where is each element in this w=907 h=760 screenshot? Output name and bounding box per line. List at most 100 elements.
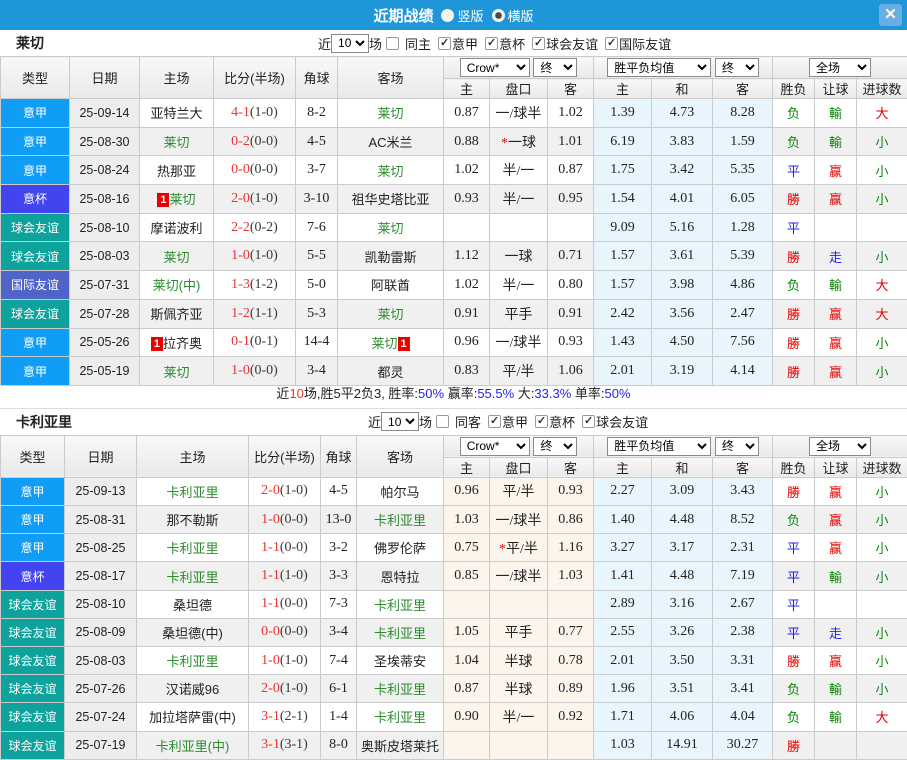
- recent-suffix-label: 场: [419, 412, 432, 431]
- handicap-cell: [490, 213, 548, 242]
- avg-home-cell: 6.19: [594, 127, 652, 156]
- sub-header-7: 让球: [815, 457, 857, 477]
- team-text: 莱切: [377, 221, 403, 236]
- team-label: 圣埃蒂安: [374, 654, 426, 669]
- goals-result-text: 小: [876, 485, 889, 500]
- team-text: AC米兰: [368, 135, 412, 150]
- team-text: 都灵: [377, 365, 403, 380]
- sub-header-4: 和: [652, 457, 713, 477]
- odds-source-select[interactable]: Crow*: [460, 437, 530, 456]
- avg-source-select[interactable]: 胜平负均值: [607, 58, 711, 77]
- halftime-score: (1-0): [280, 681, 308, 696]
- type-cell: 球会友谊: [1, 647, 65, 675]
- handicap-cell: 一/球半: [490, 562, 548, 590]
- handicap-result-cell: 赢: [815, 328, 857, 357]
- filter-checkbox-2[interactable]: [535, 415, 548, 428]
- halftime-score: (1-2): [250, 277, 278, 292]
- fulltime-score: 1-0: [261, 512, 280, 527]
- sub-header-4: 和: [652, 79, 713, 99]
- fulltime-score: 0-1: [231, 334, 250, 349]
- avg-time-select[interactable]: 终: [715, 58, 759, 77]
- layout-radio-horizontal[interactable]: [492, 9, 505, 22]
- away-team-cell: 莱切: [338, 99, 444, 128]
- corner-cell: 5-3: [296, 299, 338, 328]
- avg-draw-cell: 3.61: [652, 242, 713, 271]
- scope-select[interactable]: 全场: [809, 58, 871, 77]
- handicap-result-cell: 走: [815, 242, 857, 271]
- handicap-cell: 一/球半: [490, 99, 548, 128]
- odds-source-select[interactable]: Crow*: [460, 58, 530, 77]
- avg-home-cell: 3.27: [594, 534, 652, 562]
- halftime-score: (0-1): [250, 334, 278, 349]
- col-header-1: 日期: [65, 435, 137, 477]
- handicap-cell: [490, 731, 548, 759]
- away-team-cell: 卡利亚里: [357, 590, 444, 618]
- result-cell: 勝: [773, 477, 815, 505]
- avg-draw-cell: 3.83: [652, 127, 713, 156]
- odds-home-cell: [444, 590, 490, 618]
- date-cell: 25-08-25: [65, 534, 137, 562]
- filter-checkbox-2[interactable]: [485, 37, 498, 50]
- layout-radio-vertical[interactable]: [441, 9, 454, 22]
- filter-checkbox-3[interactable]: [582, 415, 595, 428]
- odds-time-select[interactable]: 终: [533, 58, 577, 77]
- filter-checkbox-0[interactable]: [386, 37, 399, 50]
- home-team-cell: 卡利亚里: [137, 477, 249, 505]
- team-text: 祖华史塔比亚: [351, 192, 429, 207]
- avg-draw-cell: 4.48: [652, 506, 713, 534]
- goals-result-text: 大: [876, 278, 889, 293]
- team-label: 卡利亚里(中): [156, 739, 230, 754]
- avg-time-select[interactable]: 终: [715, 437, 759, 456]
- away-team-cell: 莱切: [338, 156, 444, 185]
- scope-select[interactable]: 全场: [809, 437, 871, 456]
- avg-away-cell: 7.56: [713, 328, 773, 357]
- avg-draw-cell: 3.51: [652, 675, 713, 703]
- home-team-cell: 斯佩齐亚: [140, 299, 214, 328]
- handicap-result-cell: 赢: [815, 477, 857, 505]
- avg-draw-cell: 3.98: [652, 271, 713, 300]
- team-label: 1莱切: [157, 192, 195, 207]
- recent-count-select[interactable]: 10: [331, 34, 369, 53]
- recent-count-select[interactable]: 10: [381, 412, 419, 431]
- handicap-cell: 半球: [490, 647, 548, 675]
- filter-checkbox-1[interactable]: [488, 415, 501, 428]
- col-header-3: 比分(半场): [214, 57, 296, 99]
- filter-checkbox-1[interactable]: [438, 37, 451, 50]
- score-cell: 4-1(1-0): [214, 99, 296, 128]
- avg-source-select[interactable]: 胜平负均值: [607, 437, 711, 456]
- avg-away-cell: 3.31: [713, 647, 773, 675]
- odds-home-cell: 0.87: [444, 99, 490, 128]
- avg-home-cell: 2.27: [594, 477, 652, 505]
- away-team-cell: 莱切: [338, 299, 444, 328]
- filter-controls-home: 近 10 场同主意甲意杯球会友谊国际友谊: [318, 30, 671, 56]
- team-label: 热那亚: [157, 164, 196, 179]
- layout-radio-group: 竖版横版: [433, 6, 533, 25]
- team-label: 莱切: [377, 164, 403, 179]
- match-row: 球会友谊25-08-10桑坦德1-1(0-0)7-3卡利亚里2.893.162.…: [1, 590, 907, 618]
- close-button[interactable]: ✕: [879, 4, 902, 26]
- score-cell: 2-0(1-0): [249, 477, 321, 505]
- goals-result-text: 小: [876, 365, 889, 380]
- handicap-result-text: 輸: [829, 682, 842, 697]
- team-text: 那不勒斯: [166, 513, 218, 528]
- home-team-cell: 卡利亚里: [137, 534, 249, 562]
- filter-checkbox-3[interactable]: [532, 37, 545, 50]
- filter-checkbox-0[interactable]: [436, 415, 449, 428]
- avg-draw-cell: 4.73: [652, 99, 713, 128]
- type-cell: 球会友谊: [1, 703, 65, 731]
- avg-home-cell: 1.40: [594, 506, 652, 534]
- handicap-cell: 一/球半: [490, 506, 548, 534]
- halftime-score: (0-2): [250, 220, 278, 235]
- home-team-cell: 莱切: [140, 357, 214, 386]
- odds-time-select[interactable]: 终: [533, 437, 577, 456]
- filter-checkbox-4[interactable]: [605, 37, 618, 50]
- result-cell: 平: [773, 213, 815, 242]
- filter-checkbox-label: 球会友谊: [596, 412, 648, 431]
- odds-home-cell: 0.96: [444, 328, 490, 357]
- team-label: 斯佩齐亚: [150, 307, 202, 322]
- result-cell: 平: [773, 534, 815, 562]
- result-text: 勝: [787, 739, 800, 754]
- avg-draw-cell: 3.26: [652, 618, 713, 646]
- fulltime-score: 1-1: [261, 596, 280, 611]
- team-label: 莱切: [377, 307, 403, 322]
